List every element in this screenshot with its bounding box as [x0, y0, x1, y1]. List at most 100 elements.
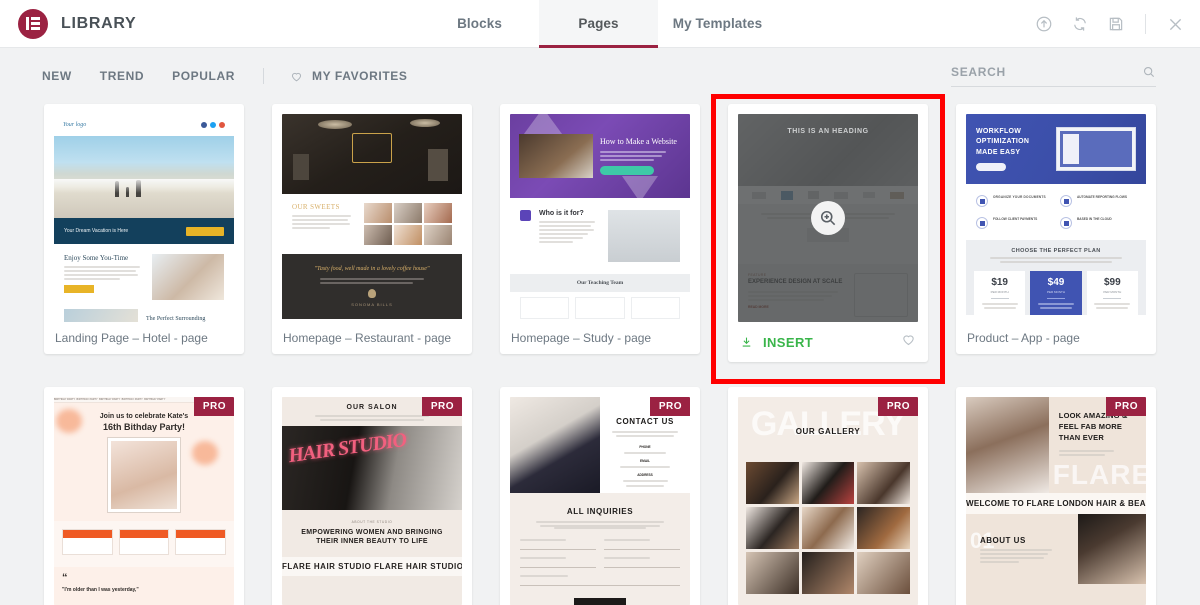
template-card-flare[interactable]: PRO LOOK AMAZING & FEEL FAB MORE THAN EV…: [956, 387, 1156, 605]
template-card-hotel[interactable]: Your logo Your Dream Vacation is Here En…: [44, 104, 244, 354]
mock-price-sub: PER MONTH: [1103, 290, 1122, 294]
mock-mid-title: EMPOWERING WOMEN AND BRINGING THEIR INNE…: [301, 529, 443, 546]
filter-divider: [263, 68, 265, 84]
tab-pages[interactable]: Pages: [539, 0, 658, 48]
pro-badge: PRO: [877, 397, 918, 416]
heart-icon: [290, 70, 303, 83]
filter-new[interactable]: NEW: [42, 65, 72, 87]
mock-form-title: ALL INQUIRIES: [566, 507, 634, 516]
template-card-gallery[interactable]: PRO GALLERY OUR GALLERY: [728, 387, 928, 605]
template-card-restaurant[interactable]: OUR SWEETS "Tasty food, well made in a l…: [272, 104, 472, 354]
my-favorites-label: MY FAVORITES: [312, 69, 408, 83]
mock-label: ADDRESS: [637, 473, 653, 477]
mock-watermark: FLARE: [1052, 459, 1146, 490]
mock-bottom-title: The Perfect Surrounding: [146, 316, 206, 322]
search-input[interactable]: [951, 65, 1142, 79]
pro-badge: PRO: [649, 397, 690, 416]
magnifier-plus-icon[interactable]: [811, 201, 845, 235]
mock-plan-title: CHOOSE THE PERFECT PLAN: [1011, 248, 1101, 254]
insert-button-label[interactable]: INSERT: [763, 335, 813, 350]
download-icon[interactable]: [740, 336, 753, 349]
template-thumbnail[interactable]: PRO BIRTHDAY PARTY BIRTHDAY PARTY BIRTHD…: [54, 397, 234, 605]
mock-neon-text: HAIR STUDIO: [286, 428, 408, 468]
filter-my-favorites[interactable]: MY FAVORITES: [290, 69, 407, 83]
template-card-footer: Homepage – Restaurant - page: [272, 322, 472, 354]
filter-list: NEW TREND POPULAR MY FAVORITES: [42, 65, 407, 87]
template-card-slot: PRO CONTACT US PHONE EMAIL ADDRESS ALL I…: [500, 387, 700, 605]
mock-title: CONTACT US: [616, 417, 674, 426]
thumbnail-hover-overlay[interactable]: THIS IS AN HEADING: [738, 114, 918, 322]
brand: LIBRARY: [0, 8, 420, 39]
header-actions: [1033, 0, 1186, 48]
mock-hero-line2: 16th Bithday Party!: [102, 422, 186, 432]
template-card-app[interactable]: WORKFLOW OPTIMIZATION MADE EASY ORGANIZE…: [956, 104, 1156, 354]
template-card-birthday[interactable]: PRO BIRTHDAY PARTY BIRTHDAY PARTY BIRTHD…: [44, 387, 244, 605]
template-grid-row-1: Your logo Your Dream Vacation is Here En…: [0, 94, 1200, 384]
pro-badge: PRO: [193, 397, 234, 416]
mock-price: $49: [1047, 277, 1065, 288]
mock-price: $19: [991, 277, 1008, 288]
search-icon[interactable]: [1142, 65, 1156, 79]
template-card-slot: OUR SWEETS "Tasty food, well made in a l…: [272, 104, 472, 362]
sync-icon[interactable]: [1069, 13, 1091, 35]
mock-band-button: [186, 226, 224, 236]
template-thumbnail[interactable]: Your logo Your Dream Vacation is Here En…: [54, 114, 234, 322]
mock-logo: Your logo: [63, 122, 87, 128]
template-thumbnail[interactable]: PRO CONTACT US PHONE EMAIL ADDRESS ALL I…: [510, 397, 690, 605]
mock-band-text: Your Dream Vacation is Here: [64, 228, 129, 234]
elementor-logo-icon: [18, 8, 48, 39]
template-thumbnail[interactable]: How to Make a Website Who is it for? Our…: [510, 114, 690, 322]
mock-hero-title: WORKFLOW OPTIMIZATION MADE EASY: [976, 128, 1030, 156]
pro-badge: PRO: [1105, 397, 1146, 416]
template-title: Homepage – Restaurant - page: [283, 331, 452, 345]
template-card-slot: PRO GALLERY OUR GALLERY: [728, 387, 928, 605]
template-thumbnail[interactable]: FEATURE EXPERIENCE DESIGN AT SCALE READ …: [738, 114, 918, 322]
mock-section-title: Enjoy Some You-Time: [64, 254, 129, 262]
template-card-contact[interactable]: PRO CONTACT US PHONE EMAIL ADDRESS ALL I…: [500, 387, 700, 605]
template-thumbnail[interactable]: OUR SWEETS "Tasty food, well made in a l…: [282, 114, 462, 322]
template-card-slot: Your logo Your Dream Vacation is Here En…: [44, 104, 244, 362]
template-card-study[interactable]: How to Make a Website Who is it for? Our…: [500, 104, 700, 354]
tab-my-templates[interactable]: My Templates: [658, 0, 777, 48]
library-toolbar: NEW TREND POPULAR MY FAVORITES: [0, 48, 1200, 104]
template-thumbnail[interactable]: WORKFLOW OPTIMIZATION MADE EASY ORGANIZE…: [966, 114, 1146, 322]
template-card-hair-studio[interactable]: PRO OUR SALON HAIR STUDIO ABOUT THE STUD…: [272, 387, 472, 605]
mock-brand: SONOMA BILLS: [351, 302, 393, 307]
upload-icon[interactable]: [1033, 13, 1055, 35]
mock-feature: FOLLOW CLIENT PAYMENTS: [993, 217, 1038, 221]
template-title: Landing Page – Hotel - page: [55, 331, 208, 345]
mock-marquee: FLARE HAIR STUDIO FLARE HAIR STUDIO FLAR…: [282, 556, 462, 576]
library-header: LIBRARY Blocks Pages My Templates: [0, 0, 1200, 48]
template-title: Product – App - page: [967, 331, 1080, 345]
mock-team-title: Our Teaching Team: [510, 274, 690, 292]
template-card-selected[interactable]: FEATURE EXPERIENCE DESIGN AT SCALE READ …: [728, 104, 928, 362]
mock-marquee: WELCOME TO FLARE LONDON HAIR & BEAUTY SA…: [966, 493, 1146, 514]
template-type-tabs: Blocks Pages My Templates: [420, 0, 777, 48]
tab-blocks[interactable]: Blocks: [420, 0, 539, 48]
template-title: Homepage – Study - page: [511, 331, 652, 345]
mock-section-title: OUR SWEETS: [292, 203, 340, 211]
search-box[interactable]: [951, 65, 1156, 87]
mock-feature: BASED IN THE CLOUD: [1077, 217, 1112, 221]
save-icon[interactable]: [1105, 13, 1127, 35]
filter-trend[interactable]: TREND: [100, 65, 144, 87]
header-divider: [1145, 14, 1146, 34]
mock-label: EMAIL: [640, 459, 650, 463]
template-card-slot: PRO OUR SALON HAIR STUDIO ABOUT THE STUD…: [272, 387, 472, 605]
mock-hero-title: How to Make a Website: [600, 137, 677, 146]
template-card-slot: WORKFLOW OPTIMIZATION MADE EASY ORGANIZE…: [956, 104, 1156, 362]
template-thumbnail[interactable]: PRO LOOK AMAZING & FEEL FAB MORE THAN EV…: [966, 397, 1146, 605]
template-thumbnail[interactable]: PRO GALLERY OUR GALLERY: [738, 397, 918, 605]
mock-section-title: Who is it for?: [539, 210, 584, 217]
insert-footer: INSERT: [728, 322, 928, 362]
favorite-heart-icon[interactable]: [901, 332, 916, 352]
template-card-footer: Product – App - page: [956, 322, 1156, 354]
template-card-slot: How to Make a Website Who is it for? Our…: [500, 104, 700, 362]
mock-quote: "Tasty food, well made in a lovely coffe…: [314, 266, 430, 272]
template-grid-row-2: PRO BIRTHDAY PARTY BIRTHDAY PARTY BIRTHD…: [0, 387, 1200, 605]
close-icon[interactable]: [1164, 13, 1186, 35]
filter-popular[interactable]: POPULAR: [172, 65, 235, 87]
template-thumbnail[interactable]: PRO OUR SALON HAIR STUDIO ABOUT THE STUD…: [282, 397, 462, 605]
template-card-slot: PRO BIRTHDAY PARTY BIRTHDAY PARTY BIRTHD…: [44, 387, 244, 605]
template-card-footer: Homepage – Study - page: [500, 322, 700, 354]
